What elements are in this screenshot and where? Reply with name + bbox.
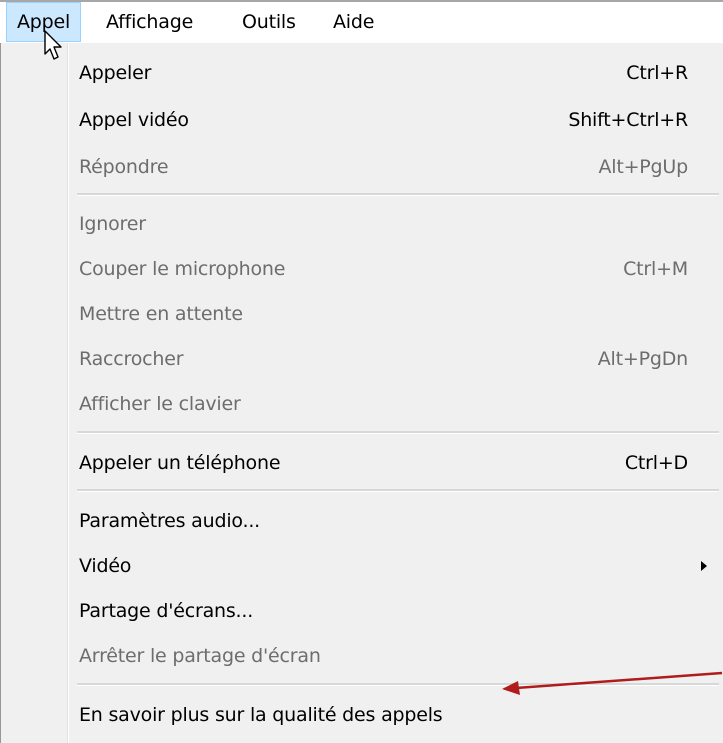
menu-item-shortcut: Alt+PgDn: [597, 348, 688, 370]
menu-item-shortcut: Ctrl+R: [626, 62, 688, 84]
menu-item-partage-d-ecrans[interactable]: Partage d'écrans...: [1, 591, 723, 631]
submenu-arrow-icon: [701, 561, 707, 571]
menu-item-shortcut: Shift+Ctrl+R: [568, 109, 688, 131]
menu-item-label: Ignorer: [79, 213, 146, 235]
menu-item-label: Répondre: [79, 156, 169, 178]
red-arrow-annotation: [502, 671, 723, 695]
menu-item-label: Partage d'écrans...: [79, 600, 254, 622]
menu-item-appel-video[interactable]: Appel vidéo Shift+Ctrl+R: [1, 100, 723, 140]
menu-item-en-savoir-plus-qualite-appels[interactable]: En savoir plus sur la qualité des appels: [1, 695, 723, 735]
menu-item-label: Appeler: [79, 62, 152, 84]
menu-item-label: Couper le microphone: [79, 258, 286, 280]
menu-item-label: Arrêter le partage d'écran: [79, 645, 321, 667]
menu-item-mettre-en-attente[interactable]: Mettre en attente: [1, 294, 723, 334]
menu-separator: [77, 489, 719, 492]
menu-item-video[interactable]: Vidéo: [1, 546, 723, 586]
menubar-item-aide[interactable]: Aide: [323, 2, 384, 42]
menu-item-shortcut: Ctrl+M: [623, 258, 688, 280]
menu-item-appeler[interactable]: Appeler Ctrl+R: [1, 53, 723, 93]
menu-item-label: Raccrocher: [79, 348, 184, 370]
menu-item-label: Afficher le clavier: [79, 393, 241, 415]
menu-item-ignorer[interactable]: Ignorer: [1, 204, 723, 244]
menu-separator: [77, 431, 719, 434]
menu-item-label: Paramètres audio...: [79, 510, 261, 532]
menubar-item-affichage[interactable]: Affichage: [96, 2, 203, 42]
menu-separator: [77, 193, 719, 196]
menu-item-label: En savoir plus sur la qualité des appels: [79, 704, 443, 726]
menu-bar: Appel Affichage Outils Aide: [0, 0, 723, 45]
menu-item-afficher-le-clavier[interactable]: Afficher le clavier: [1, 384, 723, 424]
menubar-item-outils[interactable]: Outils: [232, 2, 306, 42]
menu-item-parametres-audio[interactable]: Paramètres audio...: [1, 501, 723, 541]
menu-item-shortcut: Alt+PgUp: [598, 156, 688, 178]
menu-item-label: Vidéo: [79, 555, 132, 577]
menu-item-shortcut: Ctrl+D: [624, 452, 688, 474]
menu-item-label: Appel vidéo: [79, 109, 189, 131]
menu-item-couper-le-microphone[interactable]: Couper le microphone Ctrl+M: [1, 249, 723, 289]
menu-item-appeler-un-telephone[interactable]: Appeler un téléphone Ctrl+D: [1, 443, 723, 483]
menu-item-label: Appeler un téléphone: [79, 452, 281, 474]
menu-item-raccrocher[interactable]: Raccrocher Alt+PgDn: [1, 339, 723, 379]
appel-dropdown-menu: Appeler Ctrl+R Appel vidéo Shift+Ctrl+R …: [0, 43, 723, 743]
menu-item-repondre[interactable]: Répondre Alt+PgUp: [1, 147, 723, 187]
menu-item-label: Mettre en attente: [79, 303, 243, 325]
mouse-pointer-icon: [44, 30, 62, 60]
